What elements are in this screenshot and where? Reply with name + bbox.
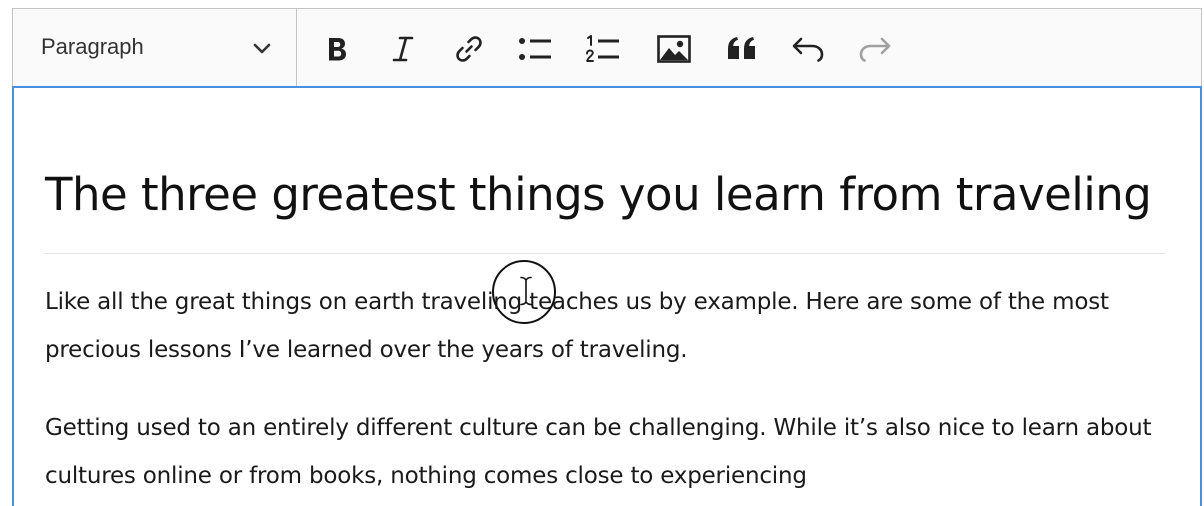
heading-dropdown-label: Paragraph [41, 34, 144, 59]
numbered-list-icon [586, 35, 619, 62]
paragraph[interactable]: Getting used to an entirely different cu… [45, 404, 1165, 500]
paragraph[interactable]: Like all the great things on earth trave… [45, 278, 1165, 374]
image-icon [657, 35, 691, 63]
numbered-list-button[interactable] [581, 29, 625, 69]
bold-button[interactable] [315, 29, 359, 69]
insert-image-button[interactable] [652, 29, 696, 69]
editor-toolbar: Paragraph [12, 8, 1202, 87]
undo-icon [792, 37, 824, 62]
bulleted-list-button[interactable] [513, 29, 557, 69]
redo-button [853, 29, 897, 69]
editor-content-area[interactable]: The three greatest things you learn from… [12, 86, 1202, 506]
link-button[interactable] [447, 29, 491, 69]
document-title[interactable]: The three greatest things you learn from… [45, 168, 1152, 221]
bulleted-list-icon [519, 38, 551, 60]
chevron-down-icon [253, 43, 271, 54]
bold-icon [329, 38, 346, 61]
italic-button[interactable] [381, 29, 425, 69]
rich-text-editor: Paragraph The three greatest things you … [12, 8, 1202, 506]
redo-icon [859, 37, 891, 62]
italic-icon [392, 36, 414, 62]
title-divider [45, 253, 1165, 254]
heading-dropdown[interactable]: Paragraph [13, 9, 297, 87]
undo-button[interactable] [786, 29, 830, 69]
quote-icon [728, 37, 755, 59]
link-icon [456, 36, 482, 62]
block-quote-button[interactable] [720, 29, 764, 69]
